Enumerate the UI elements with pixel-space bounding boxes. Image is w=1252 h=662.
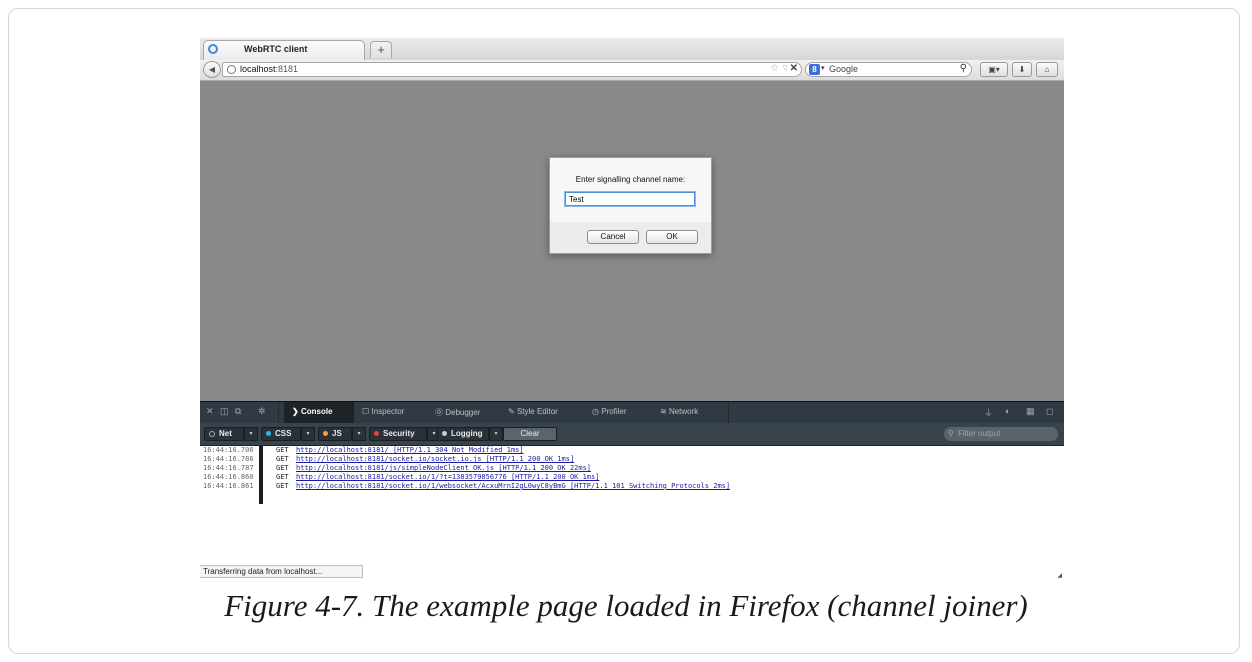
devtools-separator	[278, 402, 279, 424]
responsive-mode-icon[interactable]: ◐	[1005, 406, 1010, 416]
search-icon[interactable]: ⚲	[960, 63, 967, 74]
filter-output-input[interactable]: ⚲ Filter output	[944, 427, 1058, 441]
console-output: 16:44:16.706 GET http://localhost:8181/ …	[200, 446, 1064, 556]
browser-screenshot: WebRTC client + ◀ localhost:8181 ☆ ▽ ✕ 8…	[200, 38, 1064, 582]
figure-caption: Figure 4-7. The example page loaded in F…	[224, 588, 1028, 623]
status-bar: Transferring data from localhost...	[200, 565, 363, 578]
filter-css-button[interactable]: CSS	[261, 427, 301, 441]
filter-logging-dropdown[interactable]: ▾	[489, 427, 503, 441]
tab-console[interactable]: ❯ Console	[292, 407, 333, 416]
net-dot-icon	[209, 430, 215, 437]
style-editor-icon: ✎	[508, 407, 517, 416]
close-devtools-icon[interactable]: ✕	[206, 406, 214, 417]
devtools-toolbar: ✕ ◫ ⧉ ✲ ❯ Console ☐ Inspector ⓪ Debugger…	[200, 401, 1064, 424]
inspector-icon: ☐	[362, 407, 372, 416]
tab-profiler[interactable]: ◷ Profiler	[592, 407, 627, 416]
back-arrow-icon: ◀	[208, 65, 216, 74]
ok-button[interactable]: OK	[646, 230, 698, 244]
filter-js-button[interactable]: JS	[318, 427, 352, 441]
devtools-separator	[728, 402, 729, 424]
downloads-button[interactable]: ⬇	[1012, 62, 1032, 77]
undock-icon[interactable]: ◻	[1046, 406, 1053, 417]
bookmarks-menu-button[interactable]: ▣▾	[980, 62, 1008, 77]
pick-element-icon[interactable]: ⏚	[984, 406, 993, 419]
url-text: localhost:8181	[240, 64, 299, 74]
filter-css-dropdown[interactable]: ▾	[301, 427, 315, 441]
resize-grip-icon[interactable]: ◢	[1057, 572, 1062, 579]
prompt-dialog: Enter signalling channel name: Cancel OK	[549, 157, 712, 254]
engine-dropdown-icon[interactable]: ▾	[821, 64, 825, 72]
console-prompt-icon: ❯	[292, 407, 301, 416]
globe-icon	[227, 65, 236, 74]
filter-search-icon: ⚲	[948, 429, 954, 438]
channel-name-input[interactable]	[565, 192, 695, 206]
url-bar[interactable]: localhost:8181 ☆ ▽ ✕	[222, 62, 802, 77]
tab-webrtc-client[interactable]: WebRTC client	[203, 40, 365, 60]
page-content: Enter signalling channel name: Cancel OK	[200, 81, 1064, 401]
dock-icon[interactable]: ◫	[220, 406, 229, 417]
tab-debugger[interactable]: ⓪ Debugger	[435, 407, 480, 418]
dialog-body	[550, 158, 711, 222]
console-filter-bar: Net ▾ CSS ▾ JS ▾ Security ▾ Logging ▾ Cl…	[200, 423, 1064, 446]
split-console-icon[interactable]: ⧉	[235, 406, 241, 417]
stop-icon[interactable]: ✕	[790, 63, 798, 74]
home-icon: ⌂	[1044, 65, 1050, 74]
tab-title: WebRTC client	[244, 44, 308, 54]
new-tab-button[interactable]: +	[370, 41, 392, 58]
log-gutter	[259, 446, 263, 504]
filter-logging-button[interactable]: Logging	[437, 427, 489, 441]
loading-throbber-icon	[208, 44, 218, 54]
scratchpad-icon[interactable]: ▦	[1026, 406, 1035, 417]
bookmark-star-icon[interactable]: ☆	[770, 63, 779, 74]
profiler-icon: ◷	[592, 407, 602, 416]
settings-gear-icon[interactable]: ✲	[258, 406, 266, 417]
history-dropdown-icon[interactable]: ▽	[783, 64, 788, 72]
navigation-bar: ◀ localhost:8181 ☆ ▽ ✕ 8 ▾ Google ⚲ ▣▾ ⬇…	[200, 60, 1064, 81]
cancel-button[interactable]: Cancel	[587, 230, 639, 244]
js-dot-icon	[323, 431, 328, 437]
tab-network[interactable]: ≋ Network	[660, 407, 698, 416]
download-arrow-icon: ⬇	[1018, 65, 1026, 74]
search-bar[interactable]: 8 ▾ Google ⚲	[805, 62, 972, 77]
tab-inspector[interactable]: ☐ Inspector	[362, 407, 404, 416]
home-button[interactable]: ⌂	[1036, 62, 1058, 77]
filter-security-button[interactable]: Security	[369, 427, 427, 441]
filter-net-button[interactable]: Net	[204, 427, 244, 441]
back-button[interactable]: ◀	[203, 61, 221, 78]
filter-net-dropdown[interactable]: ▾	[244, 427, 258, 441]
security-dot-icon	[374, 431, 379, 437]
clear-button[interactable]: Clear	[503, 427, 557, 441]
css-dot-icon	[266, 431, 271, 437]
dialog-prompt-text: Enter signalling channel name:	[575, 175, 686, 184]
tab-style-editor[interactable]: ✎ Style Editor	[508, 407, 558, 416]
logging-dot-icon	[442, 431, 447, 437]
filter-js-dropdown[interactable]: ▾	[352, 427, 366, 441]
google-engine-icon[interactable]: 8	[809, 64, 820, 75]
tab-strip: WebRTC client +	[200, 38, 1064, 61]
network-icon: ≋	[660, 407, 669, 416]
search-placeholder: Google	[829, 64, 859, 74]
bookmarks-icon: ▣▾	[988, 65, 1000, 74]
debugger-icon: ⓪	[435, 408, 446, 417]
